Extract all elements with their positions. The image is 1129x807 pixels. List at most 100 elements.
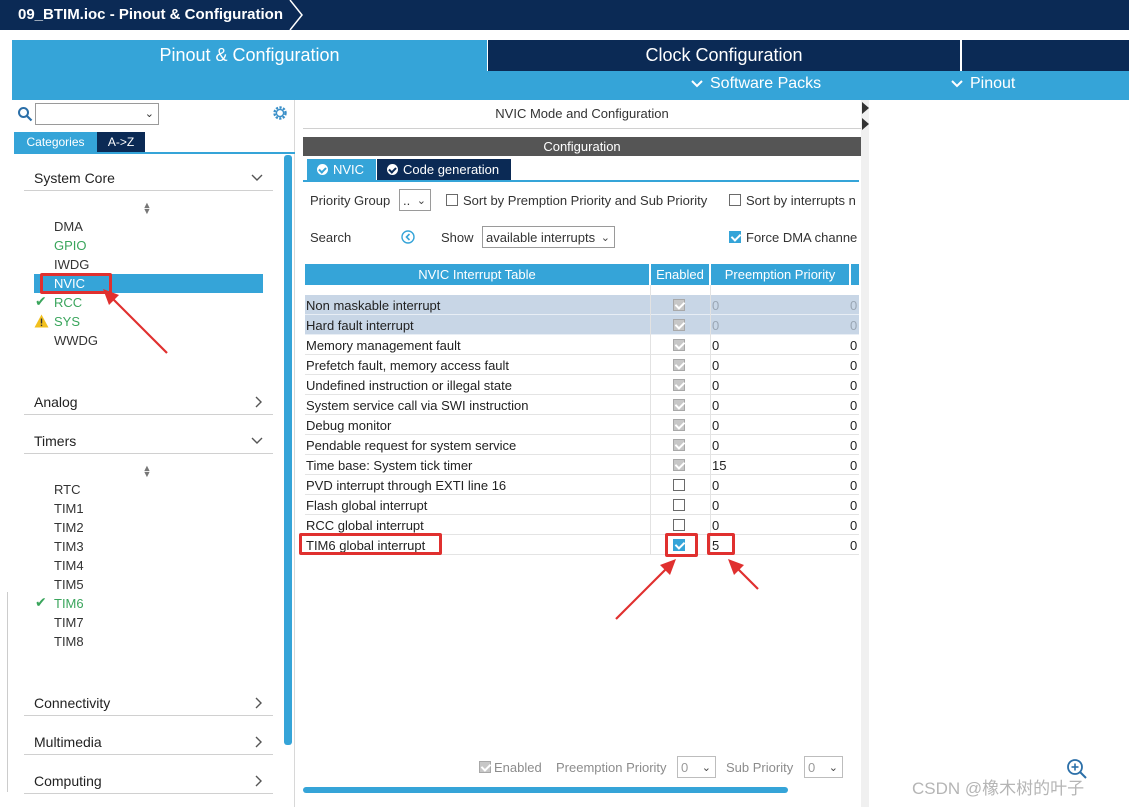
sidebar-item-wwdg[interactable]: WWDG bbox=[54, 333, 98, 348]
tab-categories[interactable]: Categories bbox=[14, 132, 97, 152]
table-row[interactable]: PVD interrupt through EXTI line 16 0 0 bbox=[305, 475, 859, 495]
category-computing[interactable]: Computing bbox=[24, 768, 273, 794]
sidebar-item-tim8[interactable]: TIM8 bbox=[54, 634, 84, 649]
sidebar-item-rcc[interactable]: RCC bbox=[54, 295, 82, 310]
category-timers[interactable]: Timers bbox=[24, 428, 273, 454]
interrupt-name: PVD interrupt through EXTI line 16 bbox=[306, 478, 507, 493]
interrupt-name: Pendable request for system service bbox=[306, 438, 517, 453]
preemption-value[interactable]: 0 bbox=[712, 478, 719, 493]
sidebar-item-iwdg[interactable]: IWDG bbox=[54, 257, 89, 272]
category-analog[interactable]: Analog bbox=[24, 389, 273, 415]
table-row[interactable]: Debug monitor 0 0 bbox=[305, 415, 859, 435]
sub-priority-value[interactable]: 0 bbox=[850, 478, 857, 493]
panel-splitter[interactable] bbox=[861, 100, 869, 807]
pinout-menu[interactable]: Pinout bbox=[950, 75, 1015, 93]
tab-underline bbox=[303, 180, 859, 182]
check-circle-icon bbox=[317, 164, 328, 175]
sub-priority-value: 0 bbox=[850, 298, 858, 313]
preemption-value[interactable]: 0 bbox=[712, 358, 719, 373]
table-row[interactable]: Prefetch fault, memory access fault 0 0 bbox=[305, 355, 859, 375]
sub-priority-value[interactable]: 0 bbox=[850, 378, 857, 393]
preemption-value[interactable]: 0 bbox=[712, 438, 719, 453]
software-packs-menu[interactable]: Software Packs bbox=[690, 75, 821, 93]
preemption-value[interactable]: 0 bbox=[712, 398, 719, 413]
priority-group-select[interactable]: .. ⌄ bbox=[399, 189, 431, 211]
table-row[interactable]: Time base: System tick timer 15 0 bbox=[305, 455, 859, 475]
column-divider bbox=[710, 285, 711, 555]
sub-priority-value[interactable]: 0 bbox=[850, 438, 857, 453]
table-row[interactable]: System service call via SWI instruction … bbox=[305, 395, 859, 415]
priority-group-label: Priority Group bbox=[310, 193, 391, 208]
preemption-value[interactable]: 0 bbox=[712, 498, 719, 513]
preemption-value: 0 bbox=[712, 298, 720, 313]
tab-tools[interactable] bbox=[962, 40, 1129, 71]
sidebar-item-rtc[interactable]: RTC bbox=[54, 482, 80, 497]
enabled-checkbox[interactable] bbox=[673, 519, 685, 531]
table-row[interactable]: Flash global interrupt 0 0 bbox=[305, 495, 859, 515]
sub-priority-value[interactable]: 0 bbox=[850, 458, 857, 473]
tab-a-z[interactable]: A->Z bbox=[97, 132, 145, 152]
preemption-value[interactable]: 0 bbox=[712, 418, 719, 433]
column-header-enabled[interactable]: Enabled bbox=[651, 264, 709, 285]
interrupt-name: Time base: System tick timer bbox=[306, 458, 473, 473]
preemption-value[interactable]: 0 bbox=[712, 338, 719, 353]
chevron-down-icon bbox=[251, 174, 263, 181]
sort-premption-checkbox[interactable] bbox=[446, 194, 458, 206]
collapse-arrow-icon[interactable] bbox=[862, 102, 869, 132]
tab-code-generation[interactable]: Code generation bbox=[377, 159, 511, 180]
sidebar-item-tim5[interactable]: TIM5 bbox=[54, 577, 84, 592]
preemption-value[interactable]: 0 bbox=[712, 378, 719, 393]
sidebar-item-tim3[interactable]: TIM3 bbox=[54, 539, 84, 554]
table-row[interactable]: RCC global interrupt 0 0 bbox=[305, 515, 859, 535]
category-system-core[interactable]: System Core bbox=[24, 165, 273, 191]
sidebar-item-tim2[interactable]: TIM2 bbox=[54, 520, 84, 535]
gear-icon[interactable] bbox=[271, 104, 289, 122]
table-row[interactable]: Pendable request for system service 0 0 bbox=[305, 435, 859, 455]
tab-label: Pinout & Configuration bbox=[159, 45, 340, 65]
category-label: System Core bbox=[34, 169, 115, 186]
sidebar-item-tim6[interactable]: TIM6 bbox=[54, 596, 84, 611]
column-header-name[interactable]: NVIC Interrupt Table bbox=[305, 264, 649, 285]
sort-icon[interactable]: ▲ ▼ bbox=[142, 201, 152, 216]
sub-priority-value[interactable]: 0 bbox=[850, 518, 857, 533]
table-row[interactable]: Hard fault interrupt 0 0 bbox=[305, 315, 859, 335]
sort-interrupts-checkbox[interactable] bbox=[729, 194, 741, 206]
sort-icon[interactable]: ▲ ▼ bbox=[142, 464, 152, 479]
search-input[interactable]: ⌄ bbox=[35, 103, 159, 125]
table-row[interactable]: Memory management fault 0 0 bbox=[305, 335, 859, 355]
table-row[interactable]: Undefined instruction or illegal state 0… bbox=[305, 375, 859, 395]
back-circle-icon[interactable] bbox=[401, 230, 415, 244]
category-multimedia[interactable]: Multimedia bbox=[24, 729, 273, 755]
sidebar-item-dma[interactable]: DMA bbox=[54, 219, 83, 234]
horizontal-scrollbar[interactable] bbox=[303, 787, 788, 793]
category-label: Timers bbox=[34, 432, 77, 449]
show-select[interactable]: available interrupts ⌄ bbox=[482, 226, 615, 248]
sub-priority-value[interactable]: 0 bbox=[850, 538, 857, 553]
sub-priority-value[interactable]: 0 bbox=[850, 338, 857, 353]
preemption-value[interactable]: 15 bbox=[712, 458, 726, 473]
sidebar-item-sys[interactable]: SYS bbox=[54, 314, 80, 329]
preemption-select-value: 0 bbox=[681, 759, 689, 775]
sub-priority-value[interactable]: 0 bbox=[850, 398, 857, 413]
preemption-value[interactable]: 0 bbox=[712, 518, 719, 533]
tab-nvic[interactable]: NVIC bbox=[307, 159, 376, 180]
sidebar-scrollbar[interactable] bbox=[284, 155, 292, 745]
chevron-right-icon bbox=[255, 697, 262, 708]
tab-clock-configuration[interactable]: Clock Configuration bbox=[488, 40, 960, 71]
sidebar-item-gpio[interactable]: GPIO bbox=[54, 238, 87, 253]
enabled-checkbox[interactable] bbox=[673, 479, 685, 491]
column-header-preemption[interactable]: Preemption Priority bbox=[711, 264, 849, 285]
sub-priority-value[interactable]: 0 bbox=[850, 358, 857, 373]
tab-pinout-configuration[interactable]: Pinout & Configuration bbox=[12, 40, 487, 71]
sidebar-item-tim4[interactable]: TIM4 bbox=[54, 558, 84, 573]
table-row[interactable]: Non maskable interrupt 0 0 bbox=[305, 295, 859, 315]
category-connectivity[interactable]: Connectivity bbox=[24, 690, 273, 716]
enabled-checkbox bbox=[673, 319, 685, 331]
sidebar-item-tim7[interactable]: TIM7 bbox=[54, 615, 84, 630]
enabled-checkbox bbox=[673, 459, 685, 471]
sub-priority-value[interactable]: 0 bbox=[850, 498, 857, 513]
enabled-checkbox[interactable] bbox=[673, 499, 685, 511]
sidebar-item-tim1[interactable]: TIM1 bbox=[54, 501, 84, 516]
sub-priority-value[interactable]: 0 bbox=[850, 418, 857, 433]
force-dma-checkbox[interactable] bbox=[729, 231, 741, 243]
